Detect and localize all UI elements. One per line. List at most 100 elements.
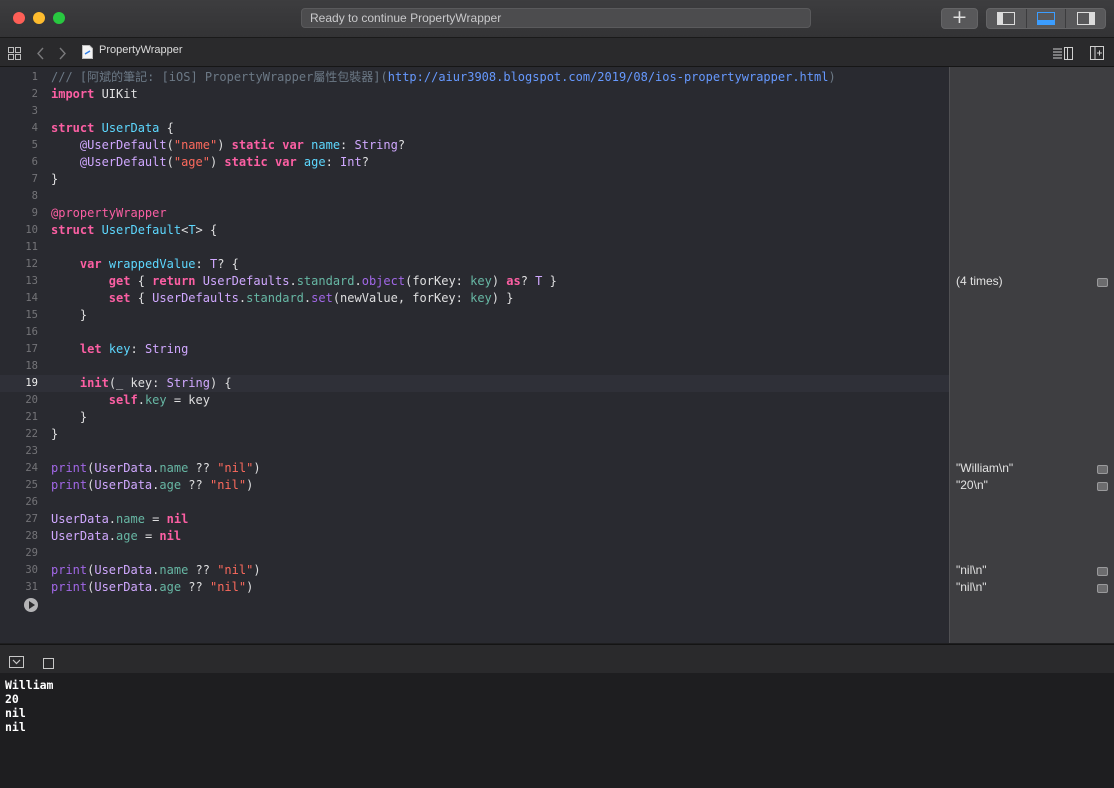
code-line: 3 — [0, 103, 949, 120]
code-line: 8 — [0, 188, 949, 205]
code-line: 12 var wrappedValue: T? { — [0, 256, 949, 273]
close-window-button[interactable] — [13, 12, 25, 24]
inspector-panel-icon[interactable] — [1066, 9, 1105, 28]
activity-status: Ready to continue PropertyWrapper — [301, 8, 811, 28]
code-line: 17 let key: String — [0, 341, 949, 358]
add-editor-icon[interactable] — [1090, 45, 1104, 64]
result-value: "20\n" — [956, 478, 988, 492]
add-library-button[interactable]: + — [941, 8, 978, 29]
file-breadcrumb[interactable]: PropertyWrapper — [99, 44, 183, 56]
line-number: 17 — [25, 343, 38, 355]
hide-debug-area-icon[interactable] — [9, 653, 24, 672]
code-line: 4 struct UserData { — [0, 120, 949, 137]
line-number: 30 — [25, 564, 38, 576]
console-line: nil — [5, 706, 26, 720]
code-line: 23 — [0, 443, 949, 460]
console-toggle-icon[interactable] — [43, 654, 54, 673]
code-line: 18 — [0, 358, 949, 375]
run-button-icon[interactable] — [24, 598, 38, 612]
line-number: 31 — [25, 581, 38, 593]
console-output[interactable]: William 20 nil nil — [0, 673, 1114, 788]
line-number: 11 — [25, 241, 38, 253]
code-text: UserData.name = nil — [51, 512, 189, 526]
code-text: var wrappedValue: T? { — [79, 257, 239, 271]
code-text: } — [51, 410, 88, 424]
zoom-window-button[interactable] — [53, 12, 65, 24]
code-text: set { UserDefaults.standard.set(newValue… — [108, 291, 514, 305]
line-number: 26 — [25, 496, 38, 508]
code-line-current: 19 init(_ key: String) { — [0, 375, 949, 392]
debug-panel-icon[interactable] — [1027, 9, 1067, 28]
console-line: William — [5, 678, 54, 692]
minimize-window-button[interactable] — [33, 12, 45, 24]
line-number: 14 — [25, 292, 38, 304]
code-text: } — [51, 308, 88, 322]
code-line: 25 print(UserData.age ?? "nil") — [0, 477, 949, 494]
code-line: 22} — [0, 426, 949, 443]
debug-bar — [0, 644, 1114, 674]
console-line: nil — [5, 720, 26, 734]
line-number: 7 — [31, 173, 38, 185]
grid-icon[interactable] — [8, 45, 21, 64]
result-value: "William\n" — [956, 461, 1014, 475]
code-line: 11 — [0, 239, 949, 256]
quick-look-icon[interactable] — [1097, 465, 1108, 474]
navigator-panel-icon[interactable] — [987, 9, 1027, 28]
result-value: (4 times) — [956, 274, 1003, 288]
code-text: self.key = key — [108, 393, 210, 407]
code-text: @UserDefault("age") static var age: Int? — [79, 155, 369, 169]
code-line: 30 print(UserData.name ?? "nil") — [0, 562, 949, 579]
quick-look-icon[interactable] — [1097, 482, 1108, 491]
code-line: 13 get { return UserDefaults.standard.ob… — [0, 273, 949, 290]
panel-toggle-group — [986, 8, 1106, 29]
swift-file-icon — [82, 44, 93, 63]
quick-look-icon[interactable] — [1097, 278, 1108, 287]
line-number: 25 — [25, 479, 38, 491]
code-text: print(UserData.name ?? "nil") — [51, 461, 261, 475]
code-text: /// [阿斌的筆記: [iOS] PropertyWrapper屬性包裝器](… — [51, 70, 836, 84]
code-line: 16 — [0, 324, 949, 341]
code-text: @UserDefault("name") static var name: St… — [79, 138, 406, 152]
line-number: 13 — [25, 275, 38, 287]
code-line: 2 import UIKit — [0, 86, 949, 103]
results-sidebar: (4 times) "William\n" "20\n" "nil\n" "ni… — [949, 67, 1114, 643]
code-line: 26 — [0, 494, 949, 511]
line-number: 10 — [25, 224, 38, 236]
code-text: print(UserData.age ?? "nil") — [51, 580, 254, 594]
result-value: "nil\n" — [956, 563, 987, 577]
quick-look-icon[interactable] — [1097, 567, 1108, 576]
code-text: import UIKit — [51, 87, 138, 101]
forward-arrow-icon[interactable] — [58, 45, 67, 64]
code-text: } — [51, 172, 59, 186]
code-line: 1 /// [阿斌的筆記: [iOS] PropertyWrapper屬性包裝器]… — [0, 69, 949, 86]
source-editor[interactable]: 1 /// [阿斌的筆記: [iOS] PropertyWrapper屬性包裝器]… — [0, 67, 949, 643]
code-line: 10 struct UserDefault<T> { — [0, 222, 949, 239]
line-number: 15 — [25, 309, 38, 321]
code-line: 6 @UserDefault("age") static var age: In… — [0, 154, 949, 171]
code-text: let key: String — [79, 342, 189, 356]
console-line: 20 — [5, 692, 19, 706]
code-text: print(UserData.name ?? "nil") — [51, 563, 261, 577]
code-line: 29 — [0, 545, 949, 562]
line-number: 9 — [31, 207, 38, 219]
line-number: 29 — [25, 547, 38, 559]
code-line: 15 } — [0, 307, 949, 324]
quick-look-icon[interactable] — [1097, 584, 1108, 593]
line-number: 3 — [31, 105, 38, 117]
back-arrow-icon[interactable] — [36, 45, 45, 64]
code-line: 24 print(UserData.name ?? "nil") — [0, 460, 949, 477]
line-number: 12 — [25, 258, 38, 270]
line-number: 24 — [25, 462, 38, 474]
code-line: 7} — [0, 171, 949, 188]
line-number: 8 — [31, 190, 38, 202]
jump-bar: PropertyWrapper — [0, 38, 1114, 67]
line-number: 5 — [31, 139, 38, 151]
editor-options-icon[interactable] — [1053, 45, 1073, 64]
line-number: 19 — [25, 377, 38, 389]
code-line: 21 } — [0, 409, 949, 426]
code-line: 9 @propertyWrapper — [0, 205, 949, 222]
line-number: 21 — [25, 411, 38, 423]
code-text: struct UserDefault<T> { — [51, 223, 218, 237]
code-text: struct UserData { — [51, 121, 174, 135]
code-text: UserData.age = nil — [51, 529, 182, 543]
